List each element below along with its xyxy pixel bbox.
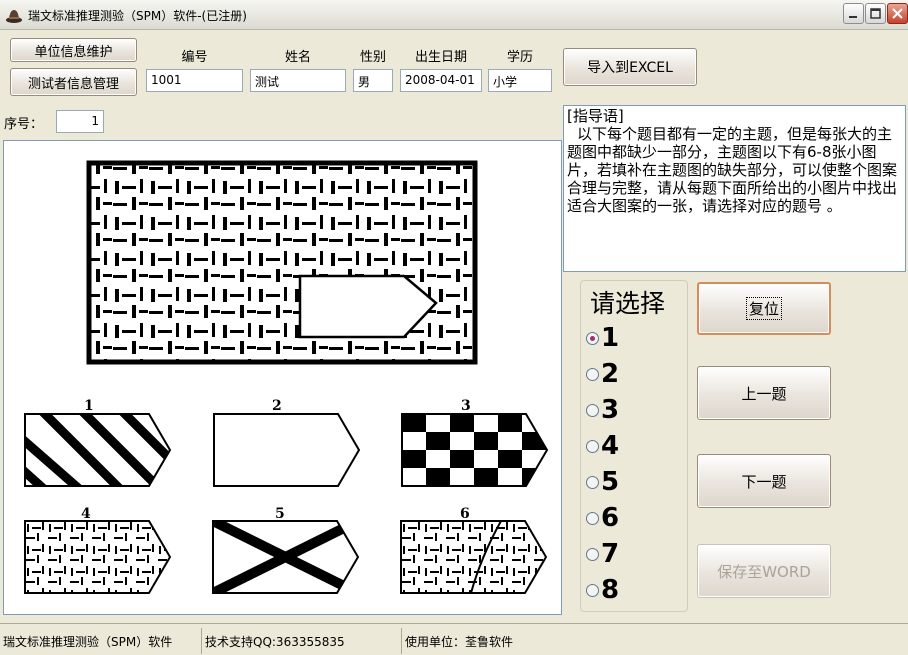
choice-option-2[interactable]: 2 bbox=[586, 359, 619, 389]
choice-label: 5 bbox=[601, 467, 620, 497]
option-number-4: 4 bbox=[81, 506, 91, 522]
title-bar: 瑞文标准推理测验（SPM）软件-(已注册) bbox=[0, 0, 908, 30]
reset-button[interactable]: 复位 bbox=[697, 282, 831, 335]
radio-icon[interactable] bbox=[586, 367, 599, 381]
option-number-3: 3 bbox=[461, 398, 471, 414]
radio-icon[interactable] bbox=[586, 547, 599, 561]
choice-label: 6 bbox=[601, 503, 620, 533]
next-question-button[interactable]: 下一题 bbox=[697, 454, 831, 508]
choice-label: 3 bbox=[601, 395, 620, 425]
radio-icon[interactable] bbox=[586, 511, 599, 525]
option-2-image bbox=[213, 413, 361, 487]
export-excel-button[interactable]: 导入到EXCEL bbox=[563, 48, 697, 86]
choice-label: 7 bbox=[601, 539, 620, 569]
option-3-image bbox=[401, 413, 549, 487]
id-field[interactable]: 1001 bbox=[146, 69, 243, 92]
status-bar: 瑞文标准推理测验（SPM）软件 技术支持QQ:363355835 使用单位：荃鲁… bbox=[0, 623, 908, 655]
gender-label: 性别 bbox=[359, 50, 386, 65]
unit-info-button[interactable]: 单位信息维护 bbox=[10, 38, 137, 62]
choice-option-5[interactable]: 5 bbox=[586, 467, 619, 497]
radio-icon[interactable] bbox=[586, 403, 599, 417]
choice-option-8[interactable]: 8 bbox=[586, 575, 619, 605]
choice-option-7[interactable]: 7 bbox=[586, 539, 619, 569]
option-6-image bbox=[400, 520, 548, 594]
minimize-button[interactable] bbox=[843, 3, 864, 24]
choice-title: 请选择 bbox=[588, 284, 668, 320]
choice-option-1[interactable]: 1 bbox=[586, 323, 619, 353]
education-label: 学历 bbox=[506, 50, 533, 65]
choice-option-6[interactable]: 6 bbox=[586, 503, 619, 533]
choice-option-4[interactable]: 4 bbox=[586, 431, 619, 461]
choice-label: 1 bbox=[601, 323, 620, 353]
option-number-2: 2 bbox=[272, 398, 282, 414]
status-app: 瑞文标准推理测验（SPM）软件 bbox=[0, 628, 202, 654]
minimize-icon bbox=[849, 16, 857, 18]
close-button[interactable] bbox=[887, 3, 908, 24]
choice-label: 2 bbox=[601, 359, 620, 389]
guide-textbox[interactable]: [指导语] 以下每个题目都有一定的主题，但是每张大的主题图中都缺少一部分，主题图… bbox=[563, 105, 906, 272]
close-icon bbox=[892, 8, 903, 19]
radio-icon[interactable] bbox=[586, 583, 599, 597]
choice-label: 8 bbox=[601, 575, 620, 605]
save-word-button[interactable]: 保存至WORD bbox=[697, 544, 831, 598]
radio-checked-icon[interactable] bbox=[586, 331, 599, 345]
id-label: 编号 bbox=[181, 50, 208, 65]
sequence-field[interactable]: 1 bbox=[56, 110, 104, 133]
radio-icon[interactable] bbox=[586, 475, 599, 489]
guide-heading: [指导语] bbox=[567, 107, 624, 125]
option-4-image bbox=[24, 520, 172, 594]
sequence-label: 序号： bbox=[4, 117, 44, 132]
option-5-image bbox=[212, 520, 360, 594]
name-field[interactable]: 测试 bbox=[250, 69, 346, 92]
choice-option-3[interactable]: 3 bbox=[586, 395, 619, 425]
gender-field[interactable]: 男 bbox=[353, 69, 393, 92]
education-field[interactable]: 小学 bbox=[488, 69, 552, 92]
option-number-5: 5 bbox=[275, 506, 285, 522]
app-hat-icon bbox=[6, 10, 22, 23]
option-number-6: 6 bbox=[460, 506, 470, 522]
window-title: 瑞文标准推理测验（SPM）软件-(已注册) bbox=[28, 9, 247, 23]
maximize-button[interactable] bbox=[865, 3, 886, 24]
question-figure: 1 2 3 4 5 6 bbox=[24, 160, 549, 594]
option-1-image bbox=[24, 413, 172, 487]
birth-field[interactable]: 2008-04-01 bbox=[400, 69, 482, 92]
status-unit: 使用单位：荃鲁软件 bbox=[405, 634, 514, 649]
status-support: 技术支持QQ:363355835 bbox=[202, 628, 402, 654]
birth-label: 出生日期 bbox=[414, 50, 467, 65]
reset-button-label: 复位 bbox=[745, 297, 782, 320]
choice-label: 4 bbox=[601, 431, 620, 461]
question-panel: 1 2 3 4 5 6 bbox=[3, 140, 562, 615]
maximize-icon bbox=[870, 8, 881, 19]
prev-question-button[interactable]: 上一题 bbox=[697, 366, 831, 420]
radio-icon[interactable] bbox=[586, 439, 599, 453]
main-pattern bbox=[86, 160, 478, 365]
tester-info-button[interactable]: 测试者信息管理 bbox=[10, 68, 137, 96]
name-label: 姓名 bbox=[284, 50, 311, 65]
guide-text: 以下每个题目都有一定的主题，但是每张大的主题图中都缺少一部分，主题图以下有6-8… bbox=[567, 125, 898, 215]
option-number-1: 1 bbox=[84, 398, 94, 414]
